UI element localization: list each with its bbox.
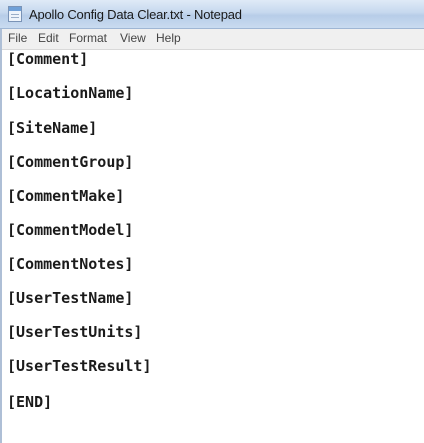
text-line: [Comment]	[7, 50, 89, 68]
menu-bar: File Edit Format View Help	[0, 29, 424, 50]
notepad-icon[interactable]	[8, 6, 22, 22]
text-line: [CommentModel]	[7, 221, 134, 239]
notepad-window: Apollo Config Data Clear.txt - Notepad F…	[0, 0, 424, 443]
text-line: [CommentGroup]	[7, 153, 134, 171]
menu-format[interactable]: Format	[69, 31, 107, 45]
text-line: [UserTestUnits]	[7, 323, 143, 341]
menu-file[interactable]: File	[8, 31, 27, 45]
menu-view[interactable]: View	[120, 31, 146, 45]
text-editor-area[interactable]: [Comment] [LocationName] [SiteName] [Com…	[0, 50, 424, 443]
text-line: [END]	[7, 393, 53, 411]
title-bar[interactable]: Apollo Config Data Clear.txt - Notepad	[0, 0, 424, 29]
text-line: [SiteName]	[7, 119, 98, 137]
text-line: [UserTestName]	[7, 289, 134, 307]
window-border	[0, 29, 2, 443]
menu-edit[interactable]: Edit	[38, 31, 59, 45]
window-title: Apollo Config Data Clear.txt - Notepad	[29, 7, 242, 22]
text-line: [CommentNotes]	[7, 255, 134, 273]
text-line: [UserTestResult]	[7, 357, 152, 375]
text-line: [CommentMake]	[7, 187, 125, 205]
menu-help[interactable]: Help	[156, 31, 181, 45]
text-line: [LocationName]	[7, 84, 134, 102]
